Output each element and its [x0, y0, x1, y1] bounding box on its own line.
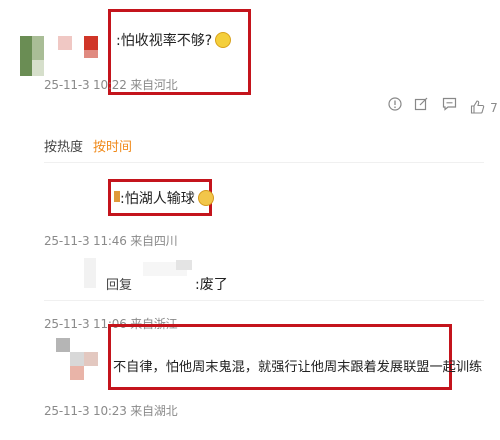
like-button[interactable]: 7 [470, 97, 498, 116]
reply-3-meta: 25-11-3 10:23 来自湖北 [44, 404, 178, 418]
reply-1-body: :怕湖人输球 [120, 191, 195, 207]
reply-2-text: :废了 [195, 277, 228, 293]
sort-tab-time[interactable]: 按时间 [93, 136, 132, 155]
top-comment-body: :怕收视率不够? [116, 33, 213, 49]
thumbs-up-icon [470, 100, 485, 114]
reply-1-meta: 25-11-3 11:46 来自四川 [44, 234, 178, 248]
top-comment-text: :怕收视率不够? [116, 30, 232, 50]
cat-face-emoji [197, 190, 214, 206]
avatar-pixelated [56, 338, 106, 388]
reply-3-text: 不自律，怕他周末鬼混，就强行让他周末跟着发展联盟一起训练 [113, 360, 483, 375]
comment-icon[interactable] [442, 97, 457, 111]
reply-2-prefix: 回复 [106, 278, 133, 293]
avatar-pixelated [0, 0, 110, 80]
top-comment-meta: 25-11-3 10:22 来自河北 [44, 78, 178, 92]
like-count: 7 [490, 101, 498, 115]
report-icon[interactable] [388, 97, 402, 111]
divider [44, 300, 484, 301]
reply-1-text: :怕湖人输球 [120, 188, 214, 208]
share-icon[interactable] [414, 97, 428, 111]
sort-tab-hot[interactable]: 按热度 [44, 136, 83, 155]
worried-face-emoji [215, 32, 232, 48]
divider [44, 162, 484, 163]
username-pixelated [176, 260, 192, 270]
avatar-pixelated [84, 258, 96, 288]
